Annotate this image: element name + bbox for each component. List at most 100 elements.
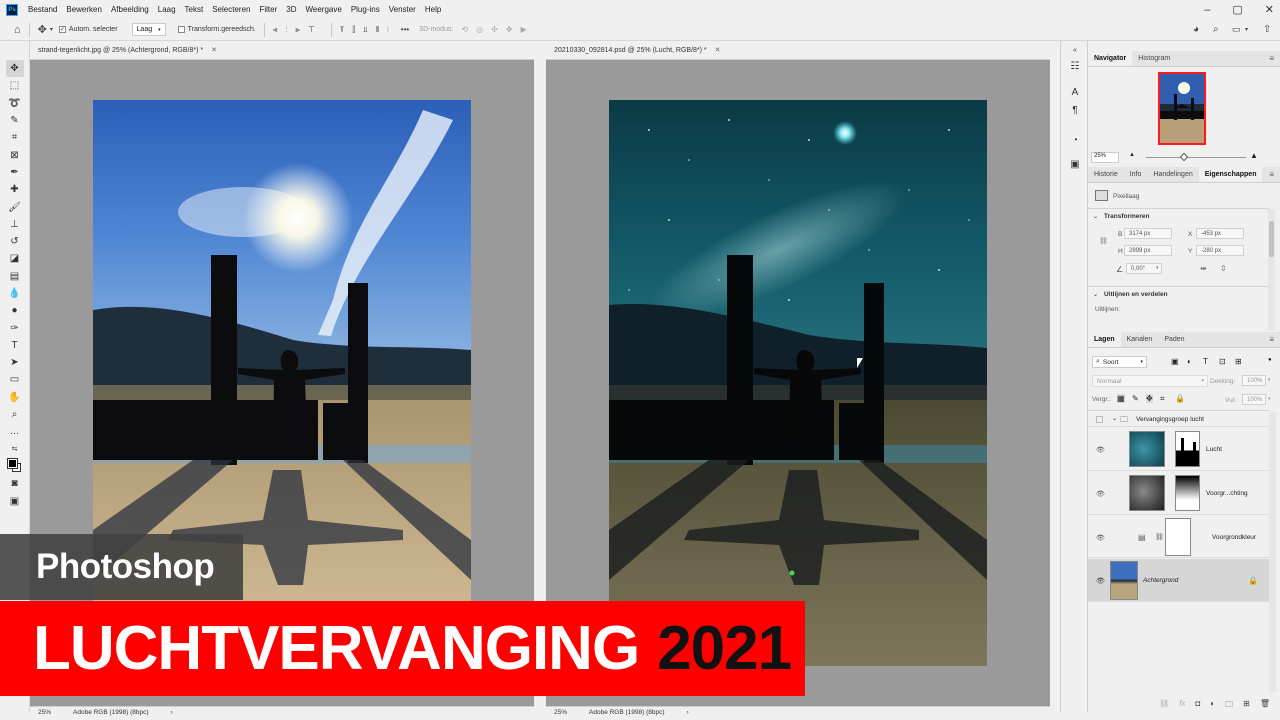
close-tab-icon[interactable]: ✕ — [715, 46, 721, 54]
layer-mask-thumbnail[interactable] — [1175, 431, 1200, 467]
tab-paden[interactable]: Paden — [1158, 332, 1190, 347]
filter-pixel-icon[interactable]: ▣ — [1171, 357, 1179, 366]
brush-tool-icon[interactable]: 🖌 — [6, 198, 24, 215]
hand-tool-icon[interactable]: ✋ — [6, 389, 24, 406]
layer-row-foreground-lighting[interactable]: 👁 Voorgr...chting — [1088, 472, 1269, 515]
auto-select-target-dropdown[interactable]: Laag ▾ — [131, 23, 166, 36]
lock-icon[interactable]: 🔒 — [1248, 576, 1258, 585]
chevron-down-icon[interactable]: ⌄ — [1112, 415, 1117, 422]
distribute-top-icon[interactable]: ⫪ — [340, 25, 345, 35]
tab-histogram[interactable]: Histogram — [1132, 51, 1176, 66]
document-tab-1[interactable]: strand-tegenlicht.jpg @ 25% (Achtergrond… — [30, 41, 534, 60]
eye-icon[interactable]: 👁 — [1096, 446, 1105, 454]
eyedropper-tool-icon[interactable]: ✒ — [6, 164, 24, 181]
layer-thumbnail[interactable] — [1129, 475, 1165, 511]
menu-item-bewerken[interactable]: Bewerken — [62, 5, 107, 14]
quick-select-tool-icon[interactable]: ✎ — [6, 112, 24, 129]
document-tab-2[interactable]: 20210330_092814.psd @ 25% (Lucht, RGB/8*… — [546, 41, 1050, 60]
fill-field[interactable]: 100% — [1242, 394, 1266, 405]
paragraph-icon[interactable]: ¶ — [1068, 103, 1082, 117]
layers-scrollbar[interactable] — [1269, 412, 1276, 692]
link-layers-icon[interactable]: ⛓ — [1159, 699, 1169, 712]
zoom-level[interactable]: 25% — [38, 709, 51, 716]
lock-transparent-icon[interactable]: ▦ — [1117, 394, 1125, 403]
layer-filter-dropdown[interactable]: ⌕ Soort ▾ — [1092, 356, 1147, 368]
tab-lagen[interactable]: Lagen — [1088, 332, 1121, 347]
new-layer-icon[interactable]: ⊞ — [1243, 699, 1250, 712]
home-icon[interactable]: ⌂ — [14, 24, 21, 36]
swap-colors-icon[interactable]: ⇆ — [6, 441, 24, 458]
layer-thumbnail[interactable] — [1110, 561, 1138, 600]
distribute-middle-icon[interactable]: ⫿ — [352, 25, 355, 35]
distribute-right-icon[interactable]: ⦙ — [387, 25, 389, 35]
close-tab-icon[interactable]: ✕ — [211, 46, 217, 54]
workspace-icon[interactable]: ▭ — [1232, 24, 1241, 35]
align-top-icon[interactable]: ⊤ — [308, 25, 315, 34]
eye-icon[interactable]: 👁 — [1096, 577, 1105, 585]
quick-mask-icon[interactable]: ◙ — [6, 475, 24, 492]
tab-eigenschappen[interactable]: Eigenschappen — [1198, 167, 1263, 182]
chevron-right-icon[interactable]: › — [687, 709, 689, 716]
panel-menu-icon[interactable]: ≡ — [1269, 332, 1274, 347]
menu-item-bestand[interactable]: Bestand — [24, 5, 62, 14]
zoom-level[interactable]: 25% — [554, 709, 567, 716]
close-icon[interactable]: ✕ — [1265, 3, 1274, 16]
add-mask-icon[interactable]: ◘ — [1195, 699, 1200, 712]
move-tool-icon[interactable]: ✥ — [38, 23, 47, 36]
layer-row-achtergrond[interactable]: 👁 Achtergrond 🔒 — [1088, 559, 1269, 602]
menu-item-filter[interactable]: Filter — [255, 5, 282, 14]
clone-stamp-tool-icon[interactable]: ⊥ — [6, 216, 24, 233]
history-brush-tool-icon[interactable]: ↺ — [6, 233, 24, 250]
type-tool-icon[interactable]: T — [6, 337, 24, 354]
distribute-bottom-icon[interactable]: ⫫ — [363, 25, 368, 35]
libraries-icon[interactable]: ☷ — [1068, 59, 1082, 73]
zoom-slider-handle[interactable] — [1179, 152, 1189, 162]
lasso-tool-icon[interactable]: ➰ — [6, 95, 24, 112]
more-tools-icon[interactable]: … — [6, 423, 24, 440]
filter-toggle-icon[interactable]: ● — [1268, 357, 1272, 363]
filter-type-icon[interactable]: T — [1203, 357, 1208, 366]
align-center-icon[interactable]: ⫶ — [285, 25, 287, 35]
zoom-out-mountain-icon[interactable]: ▲ — [1129, 152, 1135, 158]
menu-item-3d[interactable]: 3D — [282, 5, 301, 14]
screen-mode-icon[interactable]: ▣ — [6, 492, 24, 509]
layer-row-lucht[interactable]: 👁 Lucht — [1088, 428, 1269, 471]
menu-item-selecteren[interactable]: Selecteren — [208, 5, 255, 14]
menu-item-afbeelding[interactable]: Afbeelding — [107, 5, 154, 14]
chevron-down-icon[interactable]: ▾ — [1245, 26, 1248, 33]
document-image-night-sky[interactable] — [609, 100, 987, 666]
menu-item-plug-ins[interactable]: Plug-ins — [347, 5, 385, 14]
zoom-in-mountain-icon[interactable]: ▲ — [1250, 151, 1258, 160]
crop-tool-icon[interactable]: ⌗ — [6, 129, 24, 146]
delete-layer-icon[interactable]: 🗑 — [1260, 699, 1270, 712]
layer-row-group[interactable]: ⌄ 🗀 Vervangingsgroep lucht — [1088, 412, 1269, 427]
mask-link-icon[interactable]: ⛓ — [1155, 533, 1164, 541]
filter-shape-icon[interactable]: ⊡ — [1219, 357, 1226, 366]
opacity-field[interactable]: 100% — [1242, 375, 1266, 386]
height-field[interactable]: 2899 px — [1124, 245, 1172, 256]
chevron-down-icon[interactable]: ▾ — [1156, 265, 1159, 271]
slide-3d-icon[interactable]: ✥ — [506, 25, 513, 34]
layer-mask-thumbnail[interactable] — [1165, 518, 1191, 556]
scrollbar-thumb[interactable] — [1269, 221, 1274, 257]
new-adjustment-layer-icon[interactable]: ◐ — [1210, 699, 1215, 712]
roll-3d-icon[interactable]: ◎ — [476, 25, 483, 34]
maximize-icon[interactable]: ▢ — [1232, 3, 1242, 16]
camera-3d-icon[interactable]: ▶ — [521, 25, 527, 34]
export-icon[interactable]: ⇧ — [1263, 24, 1271, 35]
align-right-icon[interactable]: ⫸ — [295, 25, 300, 35]
flip-vertical-icon[interactable]: ⇳ — [1220, 264, 1227, 273]
menu-item-weergave[interactable]: Weergave — [301, 5, 346, 14]
blur-tool-icon[interactable]: 💧 — [6, 285, 24, 302]
link-icon[interactable]: ⛓ — [1099, 237, 1108, 245]
filter-smart-object-icon[interactable]: ⊞ — [1235, 357, 1242, 366]
lock-all-icon[interactable]: 🔒 — [1175, 394, 1185, 403]
distribute-left-icon[interactable]: ⦀ — [375, 25, 379, 35]
menu-item-tekst[interactable]: Tekst — [181, 5, 209, 14]
width-field[interactable]: 3174 px — [1124, 228, 1172, 239]
chevron-down-icon[interactable]: ▾ — [1268, 377, 1271, 383]
dodge-tool-icon[interactable]: ● — [6, 302, 24, 319]
gradient-tool-icon[interactable]: ▤ — [6, 268, 24, 285]
navigator-zoom-value[interactable]: 25% — [1091, 152, 1119, 163]
chevron-down-icon[interactable]: ▾ — [1268, 396, 1271, 402]
